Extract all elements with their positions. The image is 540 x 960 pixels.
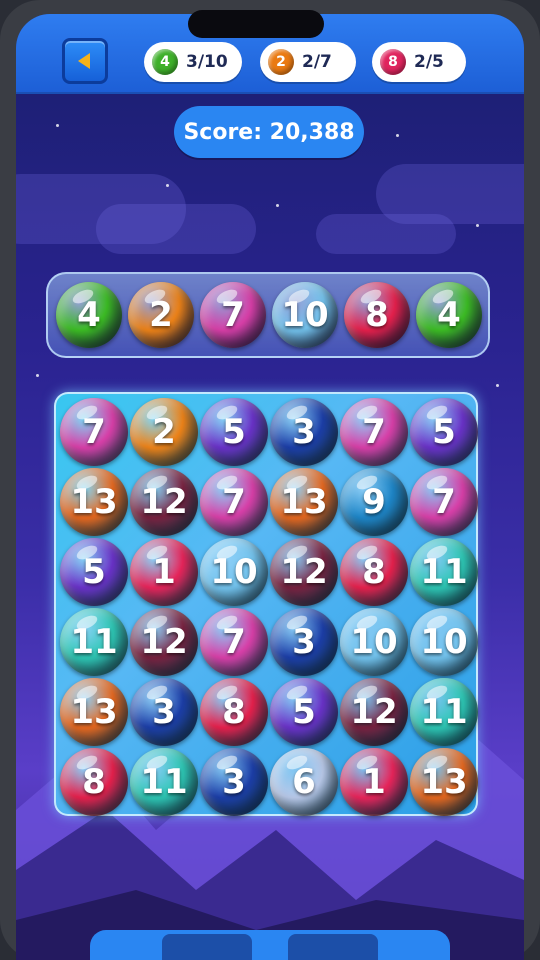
ball-12[interactable]: 12: [340, 678, 408, 746]
ball-10[interactable]: 10: [340, 608, 408, 676]
ball-5[interactable]: 5: [60, 538, 128, 606]
ball-7[interactable]: 7: [340, 398, 408, 466]
phone-frame: 4 3/10 2 2/7 8 2/5 Score: 20,388 4 2 7 10 8 4…: [0, 0, 540, 960]
goal-ball: 4: [152, 49, 178, 75]
goal-counter-4: 4 3/10: [144, 42, 242, 82]
phone-notch: [188, 10, 324, 38]
ball-queue: 4 2 7 10 8 4: [46, 272, 490, 358]
game-board: 7 2 5 3 7 5 13 12 7 13 9 7 5 1 10 12 8 11 11 12 7 3 10 10 13 3 8 5 1…: [54, 392, 478, 816]
ball-2[interactable]: 2: [130, 398, 198, 466]
ball-7[interactable]: 7: [60, 398, 128, 466]
ball-10[interactable]: 10: [410, 608, 478, 676]
ball-11[interactable]: 11: [410, 678, 478, 746]
ball-2[interactable]: 2: [128, 282, 194, 348]
back-button[interactable]: [62, 38, 108, 84]
ball-1[interactable]: 1: [340, 748, 408, 816]
ball-11[interactable]: 11: [60, 608, 128, 676]
ball-12[interactable]: 12: [130, 608, 198, 676]
ball-12[interactable]: 12: [270, 538, 338, 606]
ball-13[interactable]: 13: [410, 748, 478, 816]
ball-11[interactable]: 11: [410, 538, 478, 606]
goal-ball: 2: [268, 49, 294, 75]
ball-1[interactable]: 1: [130, 538, 198, 606]
score-display: Score: 20,388: [174, 106, 364, 158]
goal-counter-2: 2 2/7: [260, 42, 356, 82]
ball-7[interactable]: 7: [200, 282, 266, 348]
ball-13[interactable]: 13: [270, 468, 338, 536]
ball-10[interactable]: 10: [272, 282, 338, 348]
powerup-slot[interactable]: [162, 934, 252, 960]
ball-8[interactable]: 8: [200, 678, 268, 746]
ball-13[interactable]: 13: [60, 468, 128, 536]
ball-8[interactable]: 8: [344, 282, 410, 348]
ball-9[interactable]: 9: [340, 468, 408, 536]
ball-10[interactable]: 10: [200, 538, 268, 606]
ball-4[interactable]: 4: [416, 282, 482, 348]
ball-12[interactable]: 12: [130, 468, 198, 536]
goal-progress: 2/5: [414, 52, 444, 72]
ball-11[interactable]: 11: [130, 748, 198, 816]
goal-progress: 3/10: [186, 52, 228, 72]
ball-5[interactable]: 5: [270, 678, 338, 746]
goal-counter-8: 8 2/5: [372, 42, 466, 82]
ball-6[interactable]: 6: [270, 748, 338, 816]
ball-7[interactable]: 7: [200, 608, 268, 676]
goal-ball: 8: [380, 49, 406, 75]
game-screen: 4 3/10 2 2/7 8 2/5 Score: 20,388 4 2 7 10 8 4…: [16, 14, 524, 960]
ball-4[interactable]: 4: [56, 282, 122, 348]
ball-3[interactable]: 3: [130, 678, 198, 746]
back-arrow-icon: [78, 53, 90, 69]
ball-5[interactable]: 5: [410, 398, 478, 466]
ball-3[interactable]: 3: [270, 398, 338, 466]
ball-7[interactable]: 7: [410, 468, 478, 536]
ball-8[interactable]: 8: [60, 748, 128, 816]
ball-3[interactable]: 3: [200, 748, 268, 816]
ball-13[interactable]: 13: [60, 678, 128, 746]
goal-progress: 2/7: [302, 52, 332, 72]
ball-3[interactable]: 3: [270, 608, 338, 676]
ball-8[interactable]: 8: [340, 538, 408, 606]
bottom-toolbar: [90, 930, 450, 960]
powerup-slot[interactable]: [288, 934, 378, 960]
ball-7[interactable]: 7: [200, 468, 268, 536]
ball-5[interactable]: 5: [200, 398, 268, 466]
